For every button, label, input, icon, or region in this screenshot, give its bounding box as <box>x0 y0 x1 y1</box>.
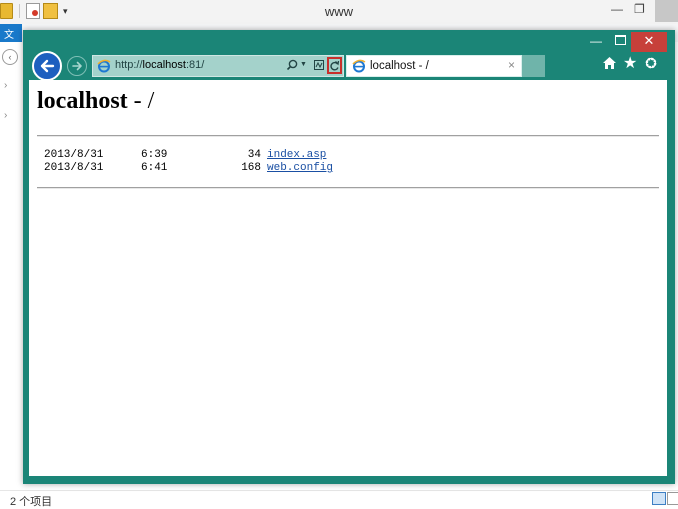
file-link-index-asp[interactable]: index.asp <box>267 149 326 161</box>
file-size: 168 <box>241 162 261 174</box>
browser-window: — ✕ http://localhost:81/ ▼ localhost - /… <box>23 30 675 484</box>
explorer-nav-mark: › <box>4 110 8 121</box>
file-date: 2013/8/31 <box>44 162 104 174</box>
large-icons-view-icon[interactable] <box>667 492 678 505</box>
explorer-back-icon[interactable]: ‹ <box>2 49 18 65</box>
url-host: localhost <box>142 59 186 71</box>
file-date: 2013/8/31 <box>44 149 104 161</box>
forward-arrow-icon <box>72 61 82 71</box>
explorer-restore-icon[interactable]: ❐ <box>634 2 645 16</box>
compatibility-view-icon[interactable] <box>314 60 324 70</box>
forward-button[interactable] <box>67 56 87 76</box>
url-text[interactable]: http://localhost:81/ <box>115 59 204 71</box>
explorer-file-tab[interactable]: 文 <box>0 24 22 42</box>
url-port-path: :81/ <box>185 59 205 71</box>
gear-icon[interactable] <box>644 56 658 70</box>
maximize-icon <box>614 35 626 45</box>
explorer-file-tab-label: 文 <box>4 30 14 41</box>
details-view-icon[interactable] <box>652 492 666 505</box>
page-title: localhost - / <box>37 88 154 115</box>
file-row: 2013/8/31 6:39 34 index.asp <box>37 149 437 162</box>
search-icon[interactable] <box>286 59 298 71</box>
item-count-text: 2 个项目 <box>10 496 53 508</box>
browser-maximize-button[interactable] <box>609 32 631 52</box>
directory-listing: 2013/8/31 6:39 34 index.asp 2013/8/31 6:… <box>37 149 437 175</box>
divider <box>37 187 659 189</box>
ie-logo-icon <box>352 59 366 73</box>
file-link-web-config[interactable]: web.config <box>267 162 333 174</box>
explorer-statusbar: 2 个项目 <box>0 490 678 508</box>
refresh-icon <box>330 60 340 71</box>
home-icon[interactable] <box>602 56 617 70</box>
address-bar[interactable]: http://localhost:81/ ▼ <box>92 55 344 77</box>
file-time: 6:39 <box>141 149 168 161</box>
explorer-window-title: www <box>324 4 354 19</box>
page-content: localhost - / 2013/8/31 6:39 34 index.as… <box>29 80 667 476</box>
page-title-path: / <box>147 88 155 114</box>
tab-title: localhost - / <box>370 60 429 72</box>
minimize-icon: — <box>590 34 602 48</box>
url-protocol: http:// <box>115 59 143 71</box>
browser-minimize-button[interactable]: — <box>583 32 609 52</box>
back-arrow-icon <box>40 59 55 73</box>
page-title-host: localhost <box>37 88 128 114</box>
page-title-separator: - <box>127 88 148 114</box>
search-dropdown-chevron-icon[interactable]: ▼ <box>300 61 307 68</box>
explorer-titlebar: ▾ www — ❐ <box>0 0 678 25</box>
file-row: 2013/8/31 6:41 168 web.config <box>37 162 437 175</box>
close-icon: ✕ <box>643 33 655 48</box>
browser-close-button[interactable]: ✕ <box>631 32 667 52</box>
refresh-button[interactable] <box>327 57 342 74</box>
back-button[interactable] <box>32 51 62 81</box>
favorites-star-icon[interactable]: ★ <box>623 55 637 73</box>
ie-logo-icon <box>97 59 111 73</box>
explorer-nav-mark: › <box>4 80 8 91</box>
file-size: 34 <box>247 149 261 161</box>
new-tab-button[interactable] <box>522 55 545 77</box>
explorer-close-button[interactable] <box>655 0 678 22</box>
explorer-minimize-icon[interactable]: — <box>611 2 623 16</box>
divider <box>37 135 659 137</box>
tab-close-icon[interactable]: × <box>508 58 515 72</box>
tab-localhost[interactable]: localhost - / × <box>346 55 522 77</box>
file-time: 6:41 <box>141 162 168 174</box>
